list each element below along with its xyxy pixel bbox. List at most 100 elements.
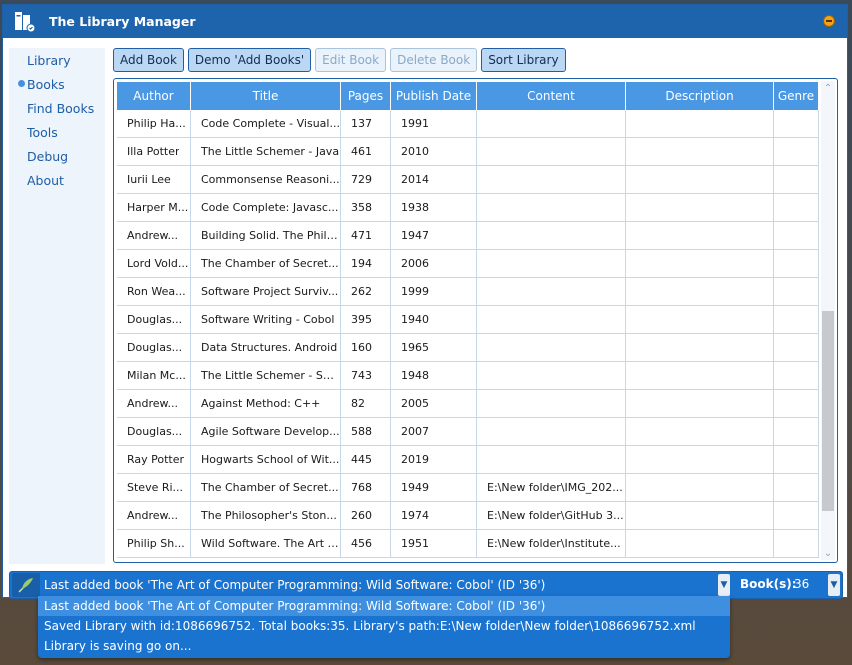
books-toolbar: Add Book Demo 'Add Books' Edit Book Dele… (113, 48, 566, 72)
table-cell-text: Ron Wea... (127, 285, 186, 298)
sidebar-item-books[interactable]: Books (9, 72, 105, 96)
table-cell-text: Software Project Surviv... (201, 285, 339, 298)
table-cell: Against Method: C++ (191, 390, 341, 417)
table-cell: Software Writing - Cobol (191, 306, 341, 333)
table-cell: 1965 (391, 334, 477, 361)
table-cell-text: Andrew... (127, 509, 179, 522)
table-row[interactable]: Iurii Lee Commonsense Reasoni... 729 2014 (117, 166, 819, 194)
status-bar: Last added book 'The Art of Computer Pro… (9, 571, 843, 599)
table-cell-text: 1947 (401, 229, 429, 242)
status-log-item[interactable]: Saved Library with id:1086696752. Total … (38, 616, 730, 636)
scroll-up-icon[interactable]: ⌃ (821, 81, 835, 95)
table-row[interactable]: Douglas... Software Writing - Cobol 395 194… (117, 306, 819, 334)
table-cell-text: 471 (351, 229, 372, 242)
table-cell-text: 1999 (401, 285, 429, 298)
table-row[interactable]: Philip Ha... Code Complete - Visual... 137… (117, 110, 819, 138)
table-cell: Code Complete - Visual... (191, 110, 341, 137)
table-cell-text: Ray Potter (127, 453, 185, 466)
table-cell-text: 1951 (401, 537, 429, 550)
table-cell (626, 222, 774, 249)
table-cell-text: 1948 (401, 369, 429, 382)
table-cell: Hogwarts School of Wit... (191, 446, 341, 473)
table-cell-text: 2007 (401, 425, 429, 438)
edit-book-button[interactable]: Edit Book (315, 48, 387, 72)
table-cell-text: The Chamber of Secret... (201, 257, 339, 270)
table-cell (626, 334, 774, 361)
table-row[interactable]: Illa Potter The Little Schemer - Java 461 2… (117, 138, 819, 166)
table-row[interactable]: Ray Potter Hogwarts School of Wit... 445 20… (117, 446, 819, 474)
table-cell (626, 110, 774, 137)
table-row[interactable]: Lord Vold... The Chamber of Secret... 194 2… (117, 250, 819, 278)
table-cell (774, 502, 819, 529)
table-cell: Illa Potter (117, 138, 191, 165)
add-book-button[interactable]: Add Book (113, 48, 184, 72)
table-cell: 358 (341, 194, 391, 221)
table-row[interactable]: Andrew... Against Method: C++ 82 2005 (117, 390, 819, 418)
table-cell-text: Steve Ri... (127, 481, 184, 494)
books-count-chevron-down-icon[interactable]: ▼ (828, 574, 840, 596)
table-cell-text: Milan Mc... (127, 369, 186, 382)
table-row[interactable]: Philip Sh... Wild Software. The Art o... 4… (117, 530, 819, 558)
table-header: Author Title Pages Publish Date Content … (117, 82, 819, 110)
table-cell: The Chamber of Secret... (191, 250, 341, 277)
sidebar-item-tools[interactable]: Tools (9, 120, 105, 144)
table-cell-text: Philip Sh... (127, 537, 185, 550)
sidebar-nav: Library Books Find Books Tools Debug Abo… (9, 48, 105, 564)
table-cell-text: 768 (351, 481, 372, 494)
table-cell-text: Against Method: C++ (201, 397, 321, 410)
status-log-item[interactable]: Last added book 'The Art of Computer Pro… (38, 596, 730, 616)
table-cell-text: E:\New folder\IMG_202... (487, 481, 623, 494)
status-log-combo[interactable]: Last added book 'The Art of Computer Pro… (42, 572, 728, 598)
column-header-genre[interactable]: Genre (774, 82, 819, 110)
table-cell (774, 278, 819, 305)
scroll-down-icon[interactable]: ⌄ (821, 546, 835, 560)
table-cell-text: 445 (351, 453, 372, 466)
column-header-pages[interactable]: Pages (341, 82, 391, 110)
table-cell: Iurii Lee (117, 166, 191, 193)
table-row[interactable]: Ron Wea... Software Project Surviv... 262 1… (117, 278, 819, 306)
table-cell: Douglas... (117, 334, 191, 361)
table-cell-text: 1938 (401, 201, 429, 214)
scrollbar-thumb[interactable] (822, 311, 834, 511)
column-header-title[interactable]: Title (191, 82, 341, 110)
table-cell: 456 (341, 530, 391, 557)
table-cell: E:\New folder\IMG_202... (477, 474, 626, 501)
table-cell-text: 588 (351, 425, 372, 438)
delete-book-button[interactable]: Delete Book (390, 48, 478, 72)
column-header-content[interactable]: Content (477, 82, 626, 110)
column-header-description[interactable]: Description (626, 82, 774, 110)
sidebar-item-about[interactable]: About (9, 168, 105, 192)
table-cell-text: 137 (351, 117, 372, 130)
sidebar-item-library[interactable]: Library (9, 48, 105, 72)
table-scrollbar[interactable]: ⌃ ⌄ (821, 81, 835, 560)
table-cell: 1999 (391, 278, 477, 305)
table-cell (774, 166, 819, 193)
table-row[interactable]: Andrew... The Philosopher's Ston... 260 197… (117, 502, 819, 530)
table-row[interactable]: Steve Ri... The Chamber of Secret... 768 19… (117, 474, 819, 502)
table-row[interactable]: Douglas... Agile Software Develop... 588 20… (117, 418, 819, 446)
table-cell: Douglas... (117, 306, 191, 333)
table-cell: Philip Sh... (117, 530, 191, 557)
table-cell (774, 418, 819, 445)
status-dropdown-chevron-down-icon[interactable]: ▼ (718, 574, 730, 596)
table-row[interactable]: Harper M... Code Complete: Javasc... 358 19… (117, 194, 819, 222)
sidebar-item-find-books[interactable]: Find Books (9, 96, 105, 120)
table-row[interactable]: Douglas... Data Structures. Android 160 196… (117, 334, 819, 362)
table-cell-text: Douglas... (127, 425, 183, 438)
table-row[interactable]: Andrew... Building Solid. The Philo... 471… (117, 222, 819, 250)
table-cell (626, 390, 774, 417)
minimize-button[interactable] (823, 15, 835, 27)
status-log-item[interactable]: Library is saving go on... (38, 636, 730, 656)
sidebar-item-debug[interactable]: Debug (9, 144, 105, 168)
table-row[interactable]: Milan Mc... The Little Schemer - Sof... 74… (117, 362, 819, 390)
column-header-publish-date[interactable]: Publish Date (391, 82, 477, 110)
table-cell (477, 194, 626, 221)
demo-add-books-button[interactable]: Demo 'Add Books' (187, 48, 312, 72)
table-cell-text: Iurii Lee (127, 173, 171, 186)
sort-library-button[interactable]: Sort Library (481, 48, 566, 72)
column-header-author[interactable]: Author (117, 82, 191, 110)
table-cell: 1948 (391, 362, 477, 389)
table-cell: Agile Software Develop... (191, 418, 341, 445)
table-cell (774, 250, 819, 277)
title-bar[interactable]: The Library Manager (3, 5, 847, 38)
